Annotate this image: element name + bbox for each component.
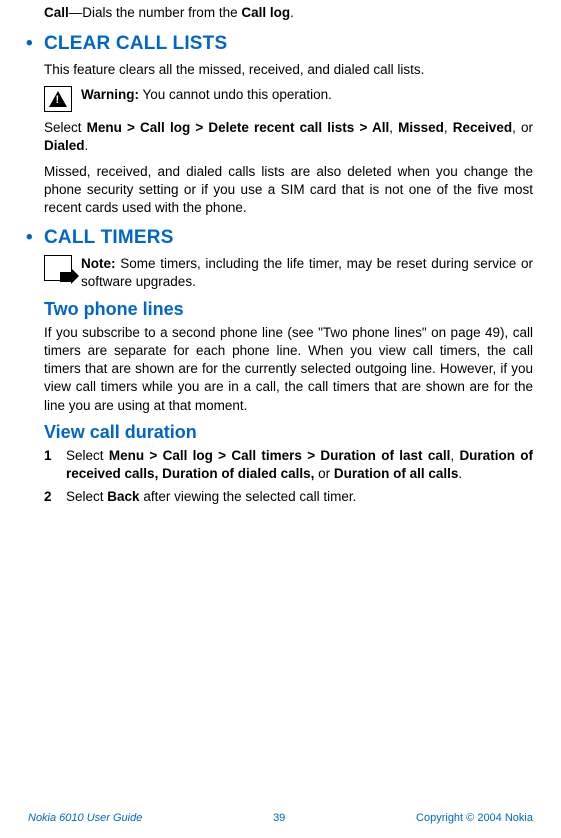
dialed-bold: Dialed <box>44 138 85 153</box>
sep1: , <box>389 120 398 135</box>
call-log-term: Call log <box>241 5 290 20</box>
two-lines-body: If you subscribe to a second phone line … <box>44 324 533 415</box>
s1-path: Menu > Call log > Call timers > Duration… <box>109 448 451 463</box>
s1-sep2: or <box>314 466 334 481</box>
step-1: 1 Select Menu > Call log > Call timers >… <box>44 447 533 483</box>
note-block: Note: Some timers, including the life ti… <box>44 255 533 291</box>
call-desc: —Dials the number from the <box>69 5 242 20</box>
page-footer: Nokia 6010 User Guide 39 Copyright © 200… <box>28 812 533 824</box>
clear-intro: This feature clears all the missed, rece… <box>44 61 533 79</box>
s2-prefix: Select <box>66 489 107 504</box>
step-1-text: Select Menu > Call log > Call timers > D… <box>66 447 533 483</box>
s1-prefix: Select <box>66 448 109 463</box>
received-bold: Received <box>453 120 512 135</box>
step-1-number: 1 <box>44 447 66 483</box>
warning-icon <box>44 86 72 112</box>
select-prefix: Select <box>44 120 87 135</box>
missed-bold: Missed <box>398 120 444 135</box>
s1-suffix: . <box>458 466 462 481</box>
step-2: 2 Select Back after viewing the selected… <box>44 488 533 506</box>
page-content: Call—Dials the number from the Call log.… <box>44 4 533 506</box>
clear-explain: Missed, received, and dialed calls lists… <box>44 163 533 218</box>
manual-page: Call—Dials the number from the Call log.… <box>0 0 561 838</box>
clear-select-path: Select Menu > Call log > Delete recent c… <box>44 119 533 155</box>
call-definition: Call—Dials the number from the Call log. <box>44 4 533 23</box>
note-label: Note: <box>81 256 116 271</box>
warning-msg: You cannot undo this operation. <box>139 87 332 102</box>
s2-bold: Back <box>107 489 139 504</box>
heading-view-call-duration: View call duration <box>44 422 533 443</box>
sep3: , or <box>512 120 533 135</box>
s2-suffix: after viewing the selected call timer. <box>140 489 357 504</box>
step-2-number: 2 <box>44 488 66 506</box>
heading-call-timers: CALL TIMERS <box>26 227 533 249</box>
warning-text: Warning: You cannot undo this operation. <box>81 86 533 104</box>
footer-right: Copyright © 2004 Nokia <box>416 812 533 824</box>
sep2: , <box>444 120 453 135</box>
view-steps: 1 Select Menu > Call log > Call timers >… <box>44 447 533 507</box>
footer-left: Nokia 6010 User Guide <box>28 812 142 824</box>
warning-label: Warning: <box>81 87 139 102</box>
heading-two-phone-lines: Two phone lines <box>44 299 533 320</box>
call-period: . <box>290 5 294 20</box>
heading-clear-call-lists: CLEAR CALL LISTS <box>26 33 533 55</box>
note-icon <box>44 255 72 281</box>
footer-page-number: 39 <box>273 812 285 824</box>
select-path-bold: Menu > Call log > Delete recent call lis… <box>87 120 390 135</box>
note-text: Note: Some timers, including the life ti… <box>81 255 533 291</box>
note-msg: Some timers, including the life timer, m… <box>81 256 533 289</box>
s1-b3: Duration of all calls <box>334 466 459 481</box>
warning-block: Warning: You cannot undo this operation. <box>44 86 533 112</box>
select-suffix: . <box>85 138 89 153</box>
step-2-text: Select Back after viewing the selected c… <box>66 488 533 506</box>
call-term: Call <box>44 5 69 20</box>
